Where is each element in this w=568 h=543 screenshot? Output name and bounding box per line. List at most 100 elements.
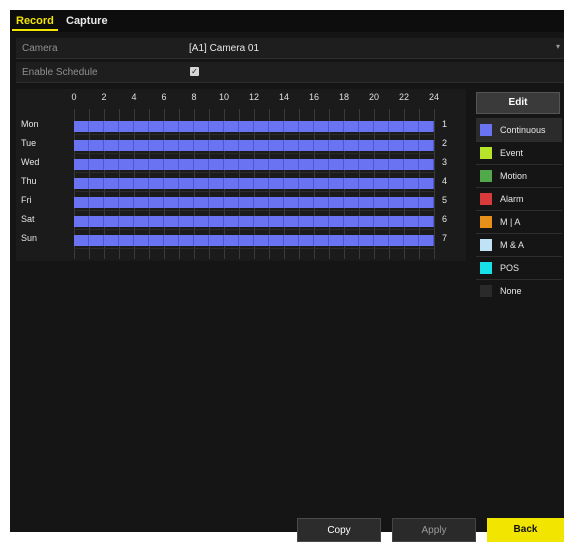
- schedule-segment[interactable]: [329, 178, 344, 189]
- schedule-segment[interactable]: [164, 140, 179, 151]
- schedule-segment[interactable]: [149, 140, 164, 151]
- schedule-segment[interactable]: [194, 216, 209, 227]
- schedule-segment[interactable]: [179, 178, 194, 189]
- schedule-segment[interactable]: [254, 159, 269, 170]
- schedule-segment[interactable]: [359, 197, 374, 208]
- schedule-segment[interactable]: [134, 159, 149, 170]
- schedule-segment[interactable]: [419, 178, 434, 189]
- schedule-segment[interactable]: [314, 159, 329, 170]
- schedule-segment[interactable]: [254, 197, 269, 208]
- schedule-segment[interactable]: [134, 121, 149, 132]
- day-schedule-row[interactable]: [74, 121, 434, 132]
- schedule-segment[interactable]: [119, 121, 134, 132]
- camera-select[interactable]: [A1] Camera 01: [189, 43, 259, 54]
- schedule-segment[interactable]: [344, 159, 359, 170]
- schedule-segment[interactable]: [74, 159, 89, 170]
- schedule-segment[interactable]: [344, 197, 359, 208]
- schedule-segment[interactable]: [164, 235, 179, 246]
- schedule-segment[interactable]: [299, 178, 314, 189]
- schedule-segment[interactable]: [239, 159, 254, 170]
- schedule-segment[interactable]: [284, 140, 299, 151]
- edit-button[interactable]: Edit: [476, 92, 560, 114]
- schedule-segment[interactable]: [149, 235, 164, 246]
- schedule-segment[interactable]: [224, 121, 239, 132]
- tab-capture[interactable]: Capture: [62, 13, 112, 29]
- schedule-segment[interactable]: [359, 121, 374, 132]
- schedule-segment[interactable]: [404, 159, 419, 170]
- schedule-segment[interactable]: [179, 121, 194, 132]
- day-schedule-row[interactable]: [74, 197, 434, 208]
- schedule-segment[interactable]: [284, 235, 299, 246]
- schedule-segment[interactable]: [344, 216, 359, 227]
- schedule-segment[interactable]: [179, 159, 194, 170]
- schedule-segment[interactable]: [269, 197, 284, 208]
- schedule-segment[interactable]: [314, 216, 329, 227]
- schedule-segment[interactable]: [299, 235, 314, 246]
- schedule-segment[interactable]: [254, 235, 269, 246]
- schedule-segment[interactable]: [329, 121, 344, 132]
- schedule-segment[interactable]: [299, 121, 314, 132]
- schedule-segment[interactable]: [89, 235, 104, 246]
- schedule-segment[interactable]: [269, 235, 284, 246]
- schedule-segment[interactable]: [299, 216, 314, 227]
- schedule-segment[interactable]: [224, 235, 239, 246]
- schedule-segment[interactable]: [209, 216, 224, 227]
- schedule-segment[interactable]: [344, 121, 359, 132]
- schedule-segment[interactable]: [149, 178, 164, 189]
- schedule-segment[interactable]: [269, 159, 284, 170]
- chevron-down-icon[interactable]: ▾: [556, 42, 560, 51]
- schedule-segment[interactable]: [314, 197, 329, 208]
- schedule-segment[interactable]: [224, 216, 239, 227]
- schedule-segment[interactable]: [179, 140, 194, 151]
- schedule-segment[interactable]: [134, 178, 149, 189]
- schedule-segment[interactable]: [164, 197, 179, 208]
- day-schedule-row[interactable]: [74, 140, 434, 151]
- schedule-segment[interactable]: [314, 178, 329, 189]
- enable-schedule-checkbox[interactable]: ✓: [190, 67, 199, 76]
- schedule-segment[interactable]: [284, 121, 299, 132]
- schedule-segment[interactable]: [269, 216, 284, 227]
- schedule-segment[interactable]: [119, 235, 134, 246]
- schedule-segment[interactable]: [149, 159, 164, 170]
- schedule-segment[interactable]: [134, 197, 149, 208]
- day-schedule-row[interactable]: [74, 235, 434, 246]
- schedule-segment[interactable]: [359, 159, 374, 170]
- apply-button[interactable]: Apply: [392, 518, 476, 542]
- schedule-segment[interactable]: [359, 235, 374, 246]
- legend-item-m-a[interactable]: M | A: [476, 210, 562, 233]
- schedule-segment[interactable]: [74, 235, 89, 246]
- camera-row[interactable]: Camera [A1] Camera 01 ▾: [16, 38, 564, 59]
- schedule-segment[interactable]: [224, 159, 239, 170]
- schedule-segment[interactable]: [74, 197, 89, 208]
- schedule-segment[interactable]: [119, 216, 134, 227]
- schedule-segment[interactable]: [134, 235, 149, 246]
- schedule-segment[interactable]: [389, 197, 404, 208]
- schedule-segment[interactable]: [209, 235, 224, 246]
- schedule-segment[interactable]: [89, 216, 104, 227]
- legend-item-motion[interactable]: Motion: [476, 164, 562, 187]
- legend-item-alarm[interactable]: Alarm: [476, 187, 562, 210]
- schedule-segment[interactable]: [149, 197, 164, 208]
- schedule-segment[interactable]: [239, 140, 254, 151]
- schedule-segment[interactable]: [239, 235, 254, 246]
- schedule-segment[interactable]: [389, 235, 404, 246]
- schedule-segment[interactable]: [239, 178, 254, 189]
- schedule-segment[interactable]: [329, 197, 344, 208]
- day-schedule-row[interactable]: [74, 216, 434, 227]
- schedule-segment[interactable]: [284, 178, 299, 189]
- schedule-segment[interactable]: [224, 140, 239, 151]
- schedule-segment[interactable]: [344, 235, 359, 246]
- schedule-segment[interactable]: [374, 178, 389, 189]
- schedule-segment[interactable]: [284, 197, 299, 208]
- schedule-segment[interactable]: [374, 197, 389, 208]
- schedule-segment[interactable]: [374, 235, 389, 246]
- schedule-segment[interactable]: [134, 216, 149, 227]
- day-schedule-row[interactable]: [74, 159, 434, 170]
- schedule-segment[interactable]: [104, 197, 119, 208]
- schedule-segment[interactable]: [419, 140, 434, 151]
- schedule-segment[interactable]: [329, 140, 344, 151]
- schedule-segment[interactable]: [239, 121, 254, 132]
- schedule-segment[interactable]: [374, 159, 389, 170]
- schedule-segment[interactable]: [164, 159, 179, 170]
- schedule-segment[interactable]: [89, 121, 104, 132]
